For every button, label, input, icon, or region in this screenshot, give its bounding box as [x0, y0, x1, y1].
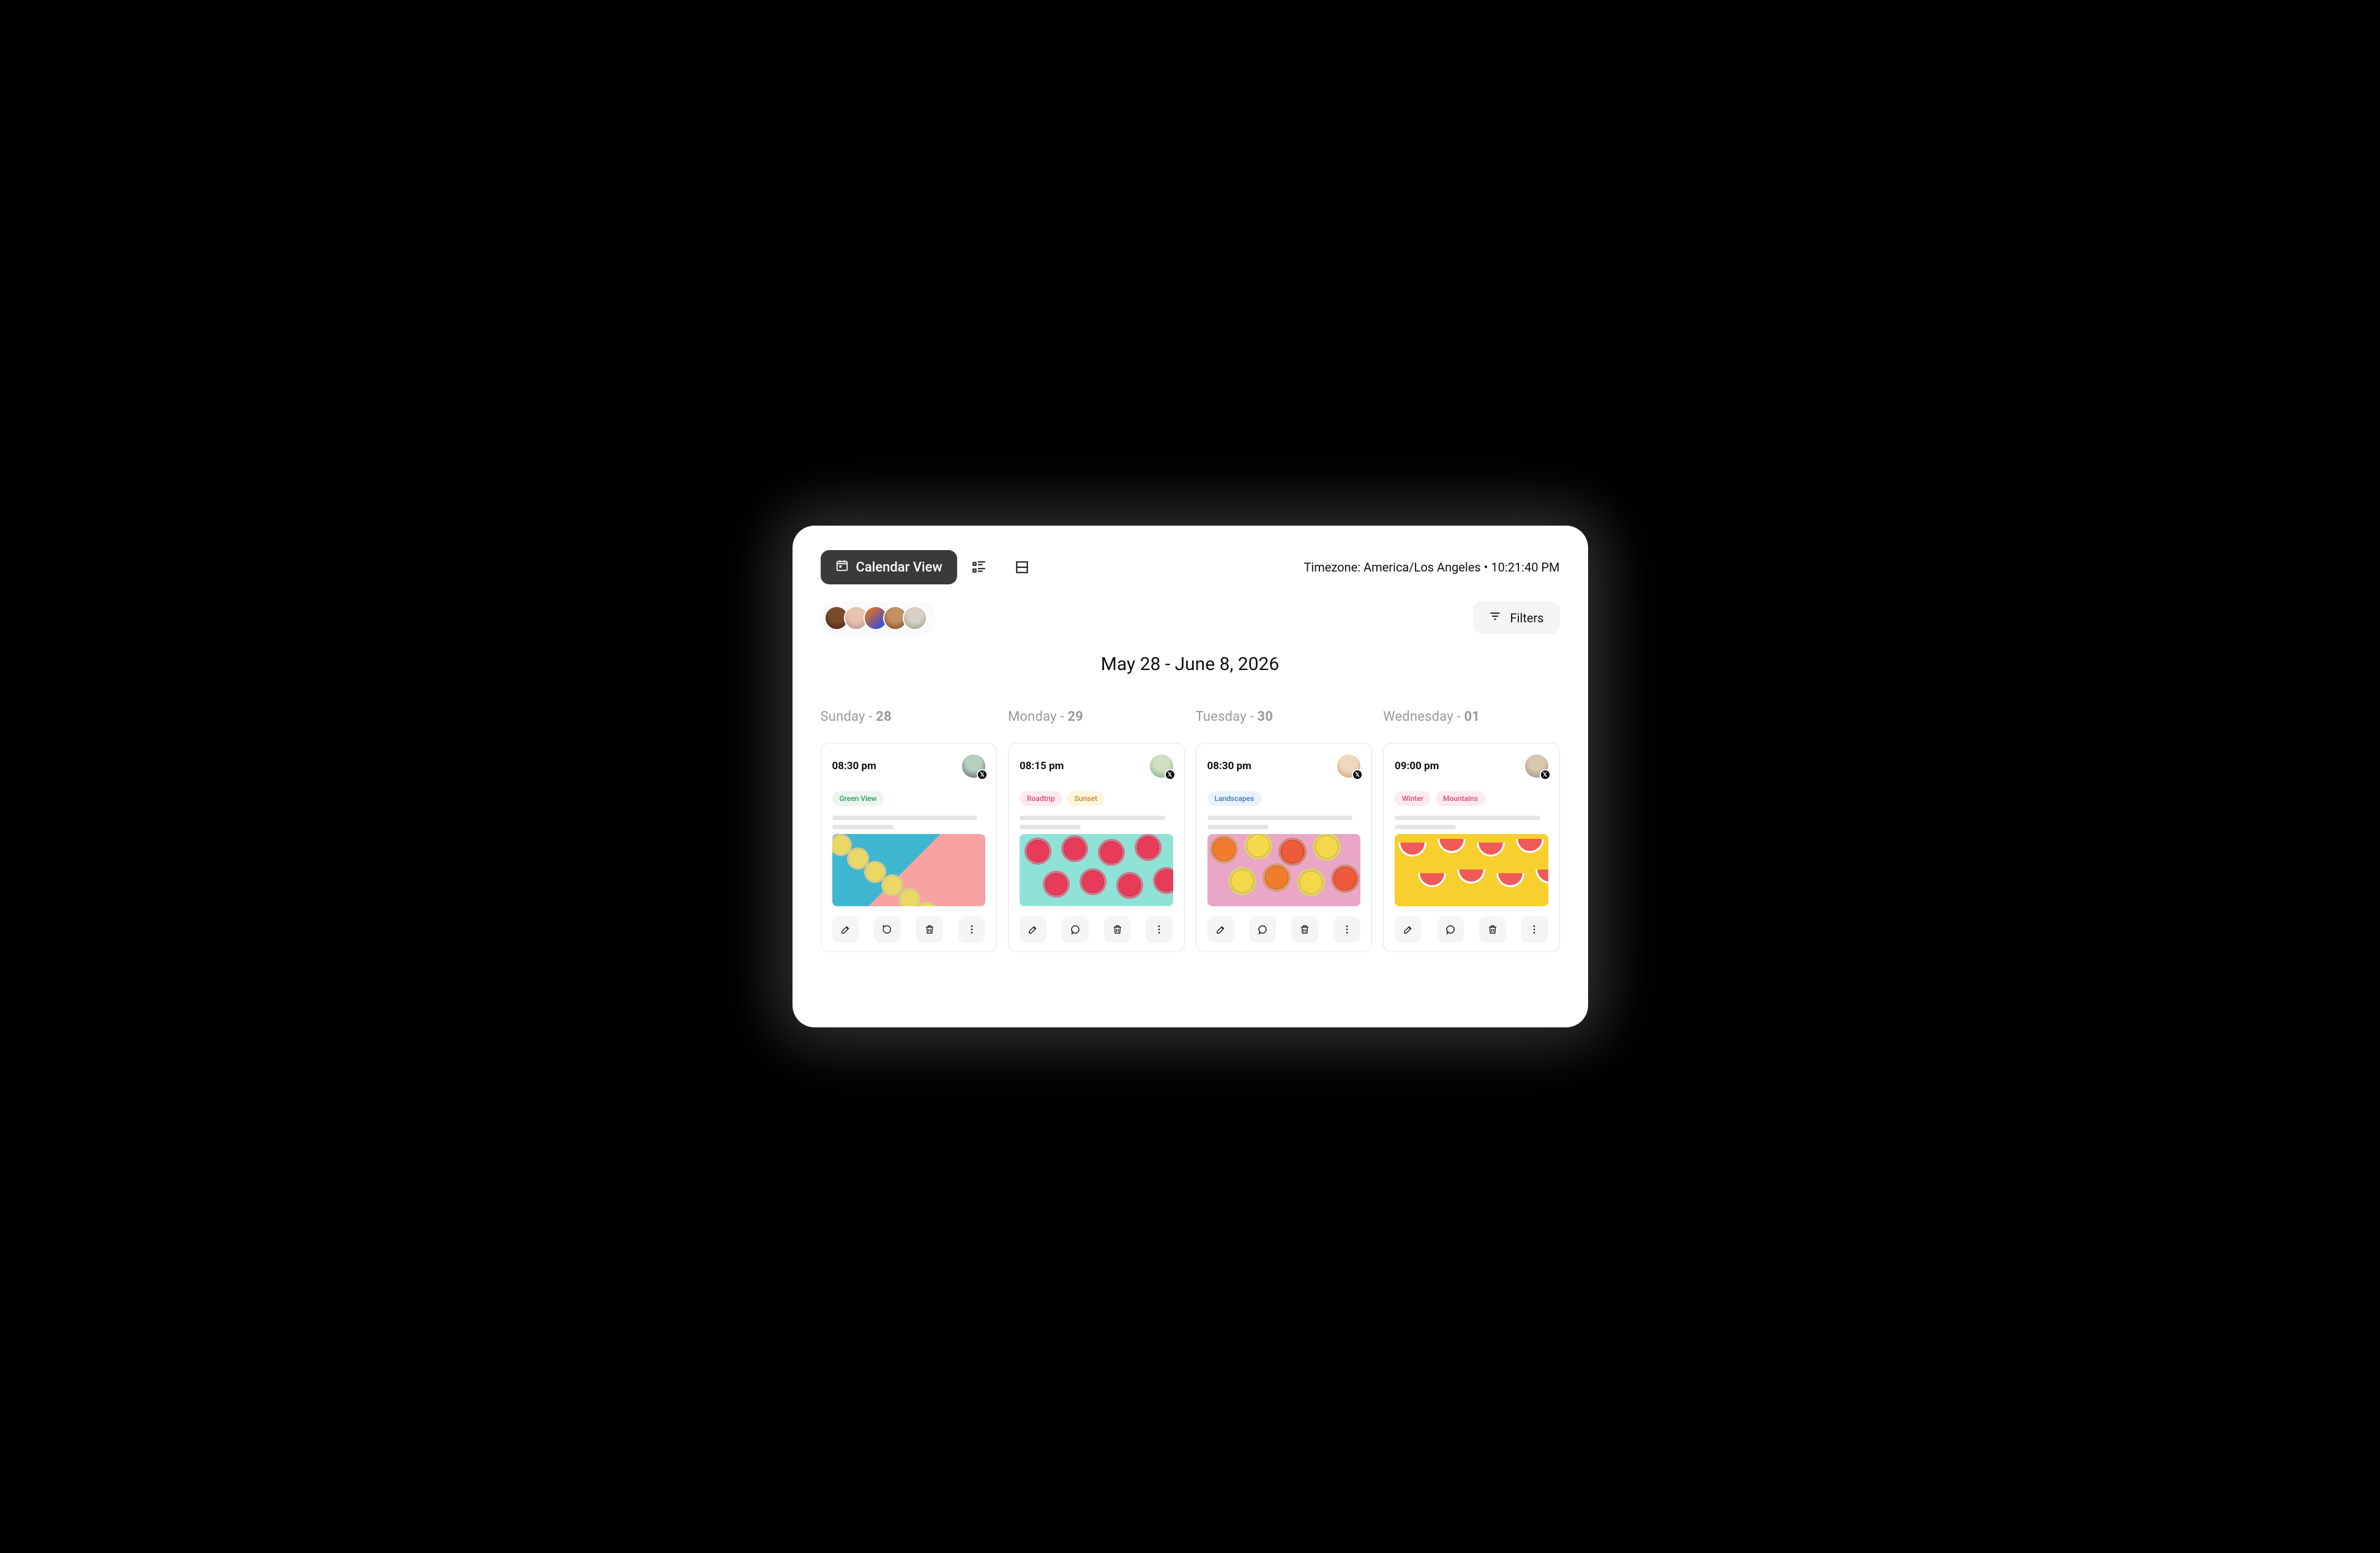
- avatar[interactable]: [903, 606, 927, 630]
- post-thumbnail: [1020, 834, 1173, 906]
- post-time: 08:15 pm: [1020, 760, 1064, 772]
- timezone-clock: Timezone: America/Los Angeles • 10:21:40…: [1304, 560, 1559, 575]
- x-platform-icon: 𝕏: [1540, 769, 1551, 780]
- day-number: 30: [1257, 709, 1273, 724]
- day-header: Wednesday - 01: [1383, 709, 1560, 724]
- post-card[interactable]: 09:00 pm 𝕏 Winter Mountains: [1383, 743, 1560, 952]
- caption-placeholder: [1020, 816, 1173, 829]
- more-button[interactable]: [1146, 916, 1173, 943]
- post-author[interactable]: 𝕏: [1150, 754, 1173, 778]
- delete-button[interactable]: [916, 916, 943, 943]
- post-card[interactable]: 08:30 pm 𝕏 Green View: [821, 743, 998, 952]
- tag[interactable]: Sunset: [1067, 791, 1105, 806]
- date-range-title: May 28 - June 8, 2026: [821, 654, 1560, 675]
- caption-placeholder: [1207, 816, 1361, 829]
- edit-button[interactable]: [1395, 916, 1422, 943]
- delete-button[interactable]: [1479, 916, 1506, 943]
- tag[interactable]: Green View: [832, 791, 884, 806]
- timezone-label: Timezone:: [1304, 560, 1360, 575]
- comment-button[interactable]: [1249, 916, 1276, 943]
- post-time: 08:30 pm: [832, 760, 876, 772]
- x-platform-icon: 𝕏: [1352, 769, 1363, 780]
- calendar-view-label: Calendar View: [856, 560, 942, 575]
- card-actions: [1207, 916, 1361, 943]
- list-view-button[interactable]: [969, 557, 989, 577]
- post-tags: Winter Mountains: [1395, 791, 1548, 806]
- post-tags: Roadtrip Sunset: [1020, 791, 1173, 806]
- x-platform-icon: 𝕏: [1165, 769, 1176, 780]
- post-card[interactable]: 08:15 pm 𝕏 Roadtrip Sunset: [1008, 743, 1185, 952]
- caption-placeholder: [1395, 816, 1548, 829]
- card-actions: [1020, 916, 1173, 943]
- day-column: Wednesday - 01 09:00 pm 𝕏 Winter Mountai…: [1383, 709, 1560, 952]
- post-thumbnail: [1395, 834, 1548, 906]
- day-column: Sunday - 28 08:30 pm 𝕏 Green View: [821, 709, 998, 952]
- split-view-button[interactable]: [1012, 557, 1032, 577]
- post-author[interactable]: 𝕏: [1525, 754, 1548, 778]
- post-tags: Green View: [832, 791, 986, 806]
- post-card[interactable]: 08:30 pm 𝕏 Landscapes: [1196, 743, 1373, 952]
- card-actions: [1395, 916, 1548, 943]
- more-button[interactable]: [1521, 916, 1548, 943]
- delete-button[interactable]: [1291, 916, 1318, 943]
- comment-button[interactable]: [1062, 916, 1089, 943]
- tag[interactable]: Winter: [1395, 791, 1431, 806]
- weekday-label: Tuesday: [1196, 709, 1247, 724]
- filters-button[interactable]: Filters: [1473, 601, 1559, 634]
- more-button[interactable]: [1334, 916, 1360, 943]
- caption-placeholder: [832, 816, 986, 829]
- post-tags: Landscapes: [1207, 791, 1361, 806]
- post-time: 09:00 pm: [1395, 760, 1439, 772]
- weekday-label: Monday: [1008, 709, 1057, 724]
- day-column: Tuesday - 30 08:30 pm 𝕏 Landscapes: [1196, 709, 1373, 952]
- day-number: 01: [1464, 709, 1480, 724]
- weekday-label: Sunday: [821, 709, 865, 724]
- app-frame: Calendar View Timezone: America/Los Ange…: [793, 526, 1588, 1027]
- tag[interactable]: Roadtrip: [1020, 791, 1062, 806]
- day-columns: Sunday - 28 08:30 pm 𝕏 Green View: [821, 709, 1560, 952]
- post-time: 08:30 pm: [1207, 760, 1252, 772]
- card-actions: [832, 916, 986, 943]
- post-thumbnail: [1207, 834, 1361, 906]
- day-header: Tuesday - 30: [1196, 709, 1373, 724]
- post-author[interactable]: 𝕏: [1337, 754, 1360, 778]
- topbar: Calendar View Timezone: America/Los Ange…: [821, 550, 1560, 584]
- tag[interactable]: Landscapes: [1207, 791, 1262, 806]
- weekday-label: Wednesday: [1383, 709, 1453, 724]
- edit-button[interactable]: [1207, 916, 1234, 943]
- more-button[interactable]: [958, 916, 985, 943]
- team-avatars[interactable]: [821, 602, 934, 634]
- x-platform-icon: 𝕏: [977, 769, 988, 780]
- day-number: 28: [876, 709, 892, 724]
- calendar-view-tab[interactable]: Calendar View: [821, 550, 957, 584]
- calendar-icon: [835, 559, 849, 576]
- tag[interactable]: Mountains: [1436, 791, 1485, 806]
- post-author[interactable]: 𝕏: [962, 754, 985, 778]
- post-thumbnail: [832, 834, 986, 906]
- filters-label: Filters: [1510, 611, 1543, 625]
- filter-icon: [1489, 610, 1501, 625]
- edit-button[interactable]: [832, 916, 859, 943]
- delete-button[interactable]: [1104, 916, 1131, 943]
- day-column: Monday - 29 08:15 pm 𝕏 Roadtrip Sunset: [1008, 709, 1185, 952]
- clock-value: 10:21:40 PM: [1491, 560, 1559, 575]
- comment-button[interactable]: [1437, 916, 1464, 943]
- view-switcher: Calendar View: [821, 550, 1032, 584]
- second-bar: Filters: [821, 601, 1560, 634]
- day-header: Sunday - 28: [821, 709, 998, 724]
- edit-button[interactable]: [1020, 916, 1046, 943]
- day-number: 29: [1067, 709, 1083, 724]
- comment-button[interactable]: [874, 916, 901, 943]
- day-header: Monday - 29: [1008, 709, 1185, 724]
- timezone-value: America/Los Angeles: [1363, 560, 1481, 575]
